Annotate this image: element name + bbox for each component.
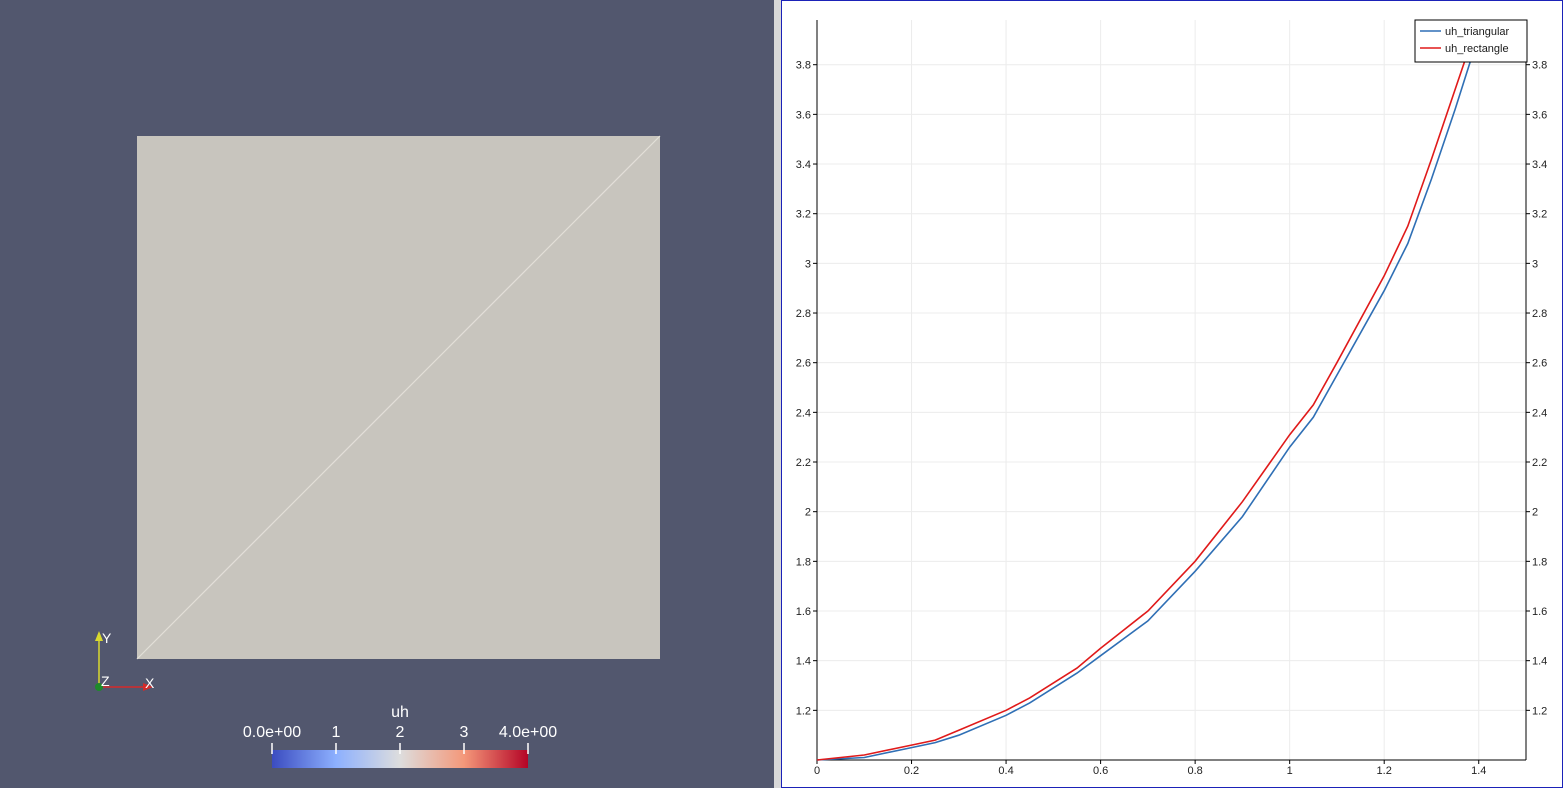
series-line-uh_triangular bbox=[816, 19, 1485, 761]
legend-label: uh_rectangle bbox=[1445, 43, 1509, 55]
z-axis-label: Z bbox=[101, 673, 110, 689]
x-tick-label: 1.2 bbox=[1377, 765, 1392, 777]
chart-series bbox=[816, 19, 1485, 761]
y-tick-label-right: 2.6 bbox=[1532, 358, 1547, 370]
y-tick-label-left: 1.8 bbox=[796, 556, 811, 568]
y-tick-label-right: 2.2 bbox=[1532, 457, 1547, 469]
y-tick-label-right: 3.2 bbox=[1532, 209, 1547, 221]
y-tick-label-right: 2.4 bbox=[1532, 407, 1547, 419]
y-tick-label-right: 2 bbox=[1532, 507, 1538, 519]
y-axis-label: Y bbox=[102, 630, 112, 646]
y-tick-label-right: 3.4 bbox=[1532, 159, 1547, 171]
x-tick-label: 0.4 bbox=[998, 765, 1013, 777]
y-tick-label-right: 2.8 bbox=[1532, 308, 1547, 320]
chart-ticks: 0 0.2 0.4 0.6 0.8 1 1.2 1.4 1.2 1.2 1.4 1.4 1.6 1.6 1.… bbox=[796, 60, 1548, 777]
y-tick-label-left: 2.6 bbox=[796, 358, 811, 370]
color-legend-max-label: 4.0e+00 bbox=[499, 724, 557, 741]
y-tick-label-left: 1.6 bbox=[796, 606, 811, 618]
color-legend[interactable]: uh 0.0e+00 1 2 3 4.0e+00 bbox=[243, 704, 557, 768]
series-line-uh_rectangle bbox=[816, 19, 1480, 761]
y-tick-label-right: 1.2 bbox=[1532, 705, 1547, 717]
y-tick-label-right: 3.6 bbox=[1532, 109, 1547, 121]
color-legend-tick-label: 2 bbox=[396, 724, 405, 741]
legend-label: uh_triangular bbox=[1445, 26, 1510, 38]
color-legend-title: uh bbox=[391, 704, 409, 721]
color-legend-tick-label: 1 bbox=[332, 724, 341, 741]
y-tick-label-left: 2.2 bbox=[796, 457, 811, 469]
line-chart-view[interactable]: 0 0.2 0.4 0.6 0.8 1 1.2 1.4 1.2 1.2 1.4 1.4 1.6 1.6 1.… bbox=[781, 0, 1563, 788]
y-tick-label-left: 1.2 bbox=[796, 705, 811, 717]
y-tick-label-left: 3.8 bbox=[796, 60, 811, 72]
line-chart[interactable]: 0 0.2 0.4 0.6 0.8 1 1.2 1.4 1.2 1.2 1.4 1.4 1.6 1.6 1.… bbox=[781, 0, 1563, 788]
x-tick-label: 0.6 bbox=[1093, 765, 1108, 777]
chart-axes bbox=[816, 20, 1527, 761]
y-tick-label-left: 1.4 bbox=[796, 656, 811, 668]
y-tick-label-left: 3.4 bbox=[796, 159, 811, 171]
y-tick-label-right: 3.8 bbox=[1532, 60, 1547, 72]
y-tick-label-left: 3.2 bbox=[796, 209, 811, 221]
y-tick-label-right: 1.6 bbox=[1532, 606, 1547, 618]
color-legend-min-label: 0.0e+00 bbox=[243, 724, 301, 741]
y-tick-label-left: 3.6 bbox=[796, 109, 811, 121]
x-axis-label: X bbox=[145, 675, 155, 691]
y-tick-label-left: 3 bbox=[805, 258, 811, 270]
x-tick-label: 1.4 bbox=[1471, 765, 1486, 777]
y-tick-label-left: 2 bbox=[805, 507, 811, 519]
y-tick-label-left: 2.8 bbox=[796, 308, 811, 320]
mesh-canvas[interactable]: Y X Z uh 0.0e+00 1 2 3 4.0e+00 bbox=[0, 0, 774, 788]
x-tick-label: 0.2 bbox=[904, 765, 919, 777]
y-tick-label-right: 1.4 bbox=[1532, 656, 1547, 668]
chart-grid bbox=[816, 20, 1526, 760]
color-legend-tick-label: 3 bbox=[460, 724, 469, 741]
x-tick-label: 0.8 bbox=[1187, 765, 1202, 777]
y-tick-label-left: 2.4 bbox=[796, 407, 811, 419]
render-view[interactable]: Y X Z uh 0.0e+00 1 2 3 4.0e+00 bbox=[0, 0, 774, 788]
y-tick-label-right: 1.8 bbox=[1532, 556, 1547, 568]
y-tick-label-right: 3 bbox=[1532, 258, 1538, 270]
chart-legend[interactable]: uh_triangular uh_rectangle bbox=[1414, 19, 1528, 63]
x-tick-label: 0 bbox=[814, 765, 820, 777]
x-tick-label: 1 bbox=[1287, 765, 1293, 777]
